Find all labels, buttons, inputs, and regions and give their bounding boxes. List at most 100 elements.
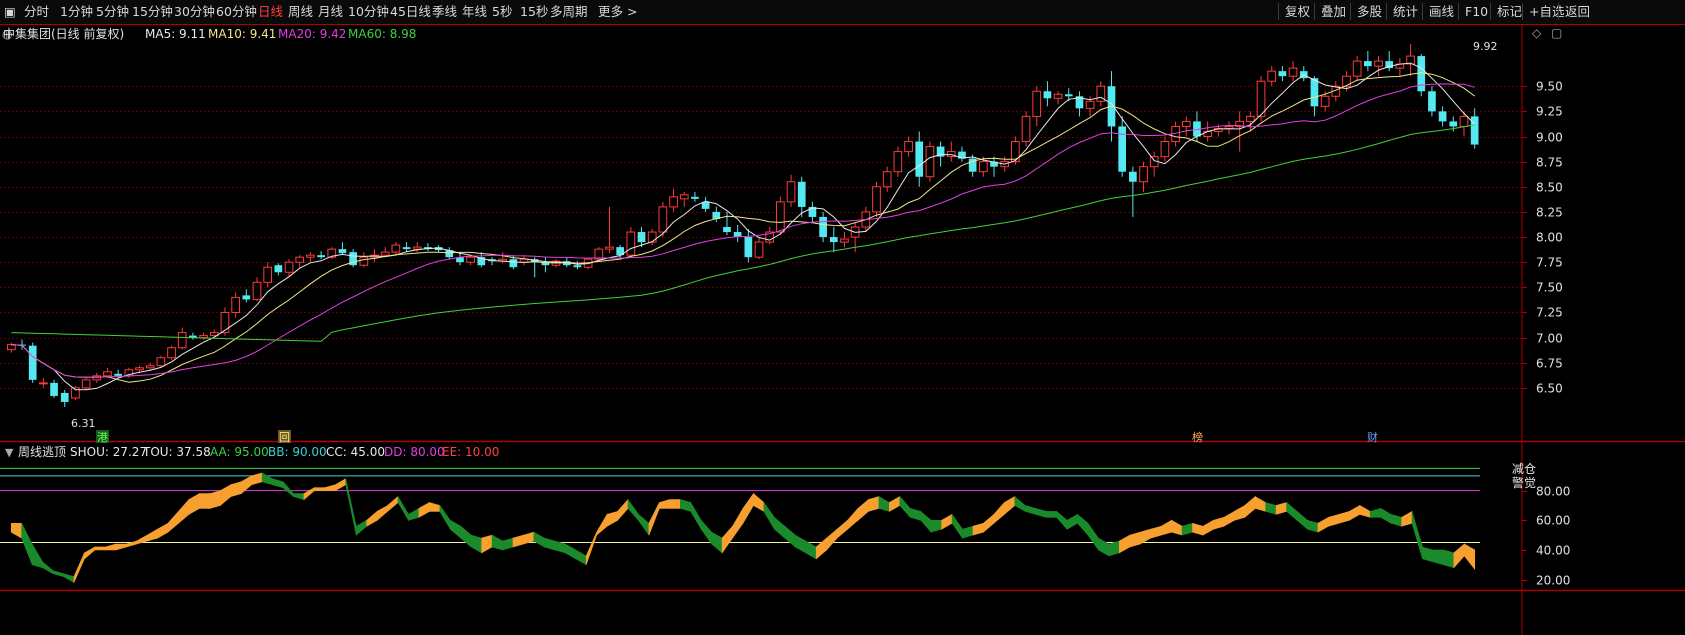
candle-body[interactable] — [605, 246, 614, 250]
candle-body[interactable] — [691, 196, 699, 199]
candle-body[interactable] — [882, 171, 892, 188]
candle-body[interactable] — [1449, 121, 1458, 127]
candle-body[interactable] — [284, 261, 294, 273]
period-button-9[interactable]: 10分钟 — [348, 3, 389, 20]
candle-body[interactable] — [1043, 91, 1052, 99]
candle-body[interactable] — [1364, 61, 1372, 67]
candle-body[interactable] — [114, 373, 122, 376]
candle-body[interactable] — [220, 311, 230, 334]
candle-body[interactable] — [1428, 91, 1436, 112]
candle-body[interactable] — [1352, 60, 1362, 77]
period-button-12[interactable]: 年线 — [462, 3, 487, 20]
candle-body[interactable] — [1160, 141, 1170, 158]
period-button-2[interactable]: 5分钟 — [96, 3, 129, 20]
candle-body[interactable] — [647, 231, 657, 243]
candle-body[interactable] — [904, 141, 913, 153]
candle-body[interactable] — [797, 181, 806, 207]
candle-body[interactable] — [1053, 93, 1063, 99]
candle-body[interactable] — [359, 256, 369, 266]
collapse-arrow-icon[interactable]: ▼ — [5, 446, 14, 459]
candle-body[interactable] — [263, 266, 273, 283]
toolbar-right-button-2[interactable]: 多股 — [1350, 3, 1382, 20]
candle-body[interactable] — [1374, 60, 1383, 67]
candle-body[interactable] — [1118, 126, 1127, 172]
candle-body[interactable] — [81, 379, 91, 389]
candle-body[interactable] — [679, 194, 689, 200]
period-button-3[interactable]: 15分钟 — [132, 3, 173, 20]
candle-body[interactable] — [412, 246, 422, 250]
candle-body[interactable] — [199, 335, 208, 339]
candle-body[interactable] — [1064, 94, 1073, 97]
candle-body[interactable] — [872, 186, 881, 213]
candle-body[interactable] — [1310, 78, 1319, 107]
candle-body[interactable] — [1224, 125, 1234, 129]
event-badge-hk[interactable]: 港 — [97, 431, 108, 444]
period-button-15[interactable]: 多周期 — [550, 3, 588, 20]
toolbar-right-button-3[interactable]: 统计 — [1386, 3, 1418, 20]
toolbar-right-button-4[interactable]: 画线 — [1422, 3, 1454, 20]
candle-body[interactable] — [744, 237, 753, 258]
candle-body[interactable] — [39, 382, 48, 385]
period-button-4[interactable]: 30分钟 — [174, 3, 215, 20]
menu-icon[interactable]: ▣ — [4, 3, 16, 20]
candle-body[interactable] — [893, 151, 903, 173]
candle-body[interactable] — [637, 232, 646, 243]
collapse-icon[interactable]: ▢ — [1551, 26, 1562, 40]
period-button-6[interactable]: 日线 — [258, 3, 283, 20]
settings-icon[interactable]: ◇ — [1532, 26, 1542, 40]
candle-body[interactable] — [231, 296, 240, 313]
candle-body[interactable] — [978, 161, 988, 173]
candle-body[interactable] — [1139, 166, 1148, 183]
toolbar-right-button-8[interactable]: 返回 — [1558, 3, 1590, 20]
candle-body[interactable] — [819, 216, 827, 238]
toolbar-right-button-1[interactable]: 叠加 — [1314, 3, 1346, 20]
period-button-7[interactable]: 周线 — [288, 3, 313, 20]
candle-body[interactable] — [274, 265, 283, 273]
event-badge-finance[interactable]: 财 — [1367, 430, 1378, 444]
candle-body[interactable] — [1246, 115, 1255, 122]
candle-body[interactable] — [829, 237, 838, 243]
period-button-8[interactable]: 月线 — [318, 3, 343, 20]
candle-body[interactable] — [145, 365, 155, 369]
candle-body[interactable] — [177, 332, 187, 349]
candle-body[interactable] — [252, 281, 262, 300]
period-button-14[interactable]: 15秒 — [520, 3, 548, 20]
candle-body[interactable] — [1129, 171, 1137, 182]
candle-body[interactable] — [50, 382, 58, 396]
candle-body[interactable] — [1278, 71, 1287, 77]
candle-body[interactable] — [1438, 111, 1447, 122]
toolbar-right-button-0[interactable]: 复权 — [1278, 3, 1310, 20]
candle-body[interactable] — [1011, 141, 1020, 163]
candle-body[interactable] — [1032, 90, 1042, 117]
candle-body[interactable] — [1459, 115, 1469, 127]
period-button-5[interactable]: 60分钟 — [216, 3, 257, 20]
candle-body[interactable] — [317, 255, 325, 258]
candle-body[interactable] — [1085, 100, 1095, 109]
candle-body[interactable] — [28, 345, 37, 380]
candle-body[interactable] — [1288, 67, 1298, 77]
candle-body[interactable] — [1021, 115, 1031, 143]
candle-body[interactable] — [509, 259, 518, 268]
candle-body[interactable] — [786, 181, 796, 203]
candle-body[interactable] — [915, 141, 924, 177]
candle-body[interactable] — [776, 201, 785, 233]
candle-body[interactable] — [573, 265, 582, 268]
candle-body[interactable] — [167, 347, 176, 359]
period-button-13[interactable]: 5秒 — [492, 3, 512, 20]
candle-body[interactable] — [1181, 120, 1191, 127]
candle-body[interactable] — [295, 256, 305, 263]
candle-body[interactable] — [135, 367, 144, 371]
candle-body[interactable] — [840, 238, 849, 243]
candle-body[interactable] — [242, 295, 251, 300]
candle-body[interactable] — [466, 256, 475, 263]
candle-body[interactable] — [156, 357, 166, 367]
toolbar-right-button-5[interactable]: F10 — [1458, 3, 1488, 20]
event-badge-billboard[interactable]: 榜 — [1192, 430, 1203, 444]
candle-body[interactable] — [92, 375, 102, 381]
candle-body[interactable] — [658, 206, 668, 233]
period-button-1[interactable]: 1分钟 — [60, 3, 93, 20]
candle-body[interactable] — [925, 146, 935, 178]
candle-body[interactable] — [754, 241, 764, 258]
period-button-10[interactable]: 45日线 — [390, 3, 431, 20]
candle-body[interactable] — [1320, 95, 1330, 107]
